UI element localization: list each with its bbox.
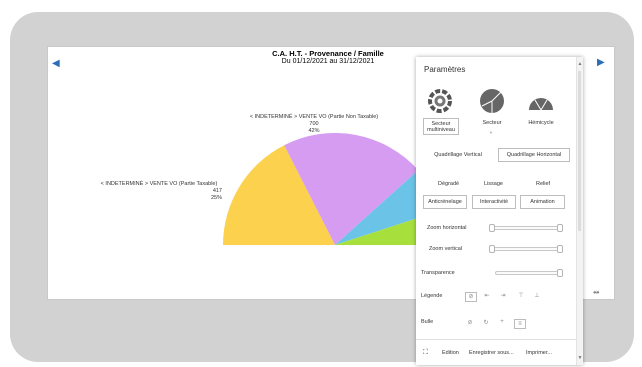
- bubble-label: Bulle: [421, 319, 434, 325]
- scroll-down-icon[interactable]: ▼: [577, 355, 583, 361]
- legend-left-icon[interactable]: ⇤: [482, 292, 492, 299]
- bubble-hover-icon[interactable]: ↻: [481, 319, 491, 326]
- smoothing-label[interactable]: Lissage: [484, 181, 503, 187]
- label-taxable-percent: 25%: [210, 195, 222, 201]
- label-non-taxable-value: 700: [309, 121, 319, 127]
- transparency-knob[interactable]: [557, 269, 563, 277]
- grid-horizontal-button[interactable]: Quadrillage Horizontal: [498, 148, 570, 162]
- legend-label: Légende: [421, 293, 443, 299]
- parameters-title: Paramètres: [424, 65, 466, 74]
- parameters-panel: Paramètres Secteur multiniveau Secteur H…: [416, 57, 583, 365]
- zoom-vertical-slider[interactable]: [489, 245, 563, 253]
- zoom-horizontal-label: Zoom horizontal: [427, 225, 467, 231]
- legend-right-icon[interactable]: ⇥: [498, 292, 508, 299]
- semicircle-icon[interactable]: [527, 95, 555, 111]
- grid-vertical-button[interactable]: Quadrillage Vertical: [423, 148, 493, 162]
- transparency-label: Transparence: [421, 270, 455, 276]
- label-taxable-value: 417: [212, 188, 222, 194]
- legend-none-icon[interactable]: ⊘: [465, 292, 477, 302]
- legend-bottom-icon[interactable]: ⊥: [532, 292, 542, 299]
- label-taxable: < INDETERMINÉ > VENTE VO (Partie Taxable…: [94, 181, 224, 202]
- scroll-up-icon[interactable]: ▲: [577, 61, 583, 67]
- legend-top-icon[interactable]: ⊤: [516, 292, 526, 299]
- gradient-label[interactable]: Dégradé: [438, 181, 459, 187]
- interactivity-button[interactable]: Interactivité: [472, 195, 516, 209]
- label-non-taxable: < INDETERMINÉ > VENTE VO (Partie Non Tax…: [234, 114, 394, 135]
- bubble-cross-icon[interactable]: +: [497, 319, 507, 325]
- donut-icon[interactable]: [428, 89, 452, 113]
- upload-icon[interactable]: ⬵: [593, 287, 599, 297]
- fullscreen-icon[interactable]: ⛶: [423, 349, 428, 357]
- type-semicircle-label[interactable]: Hémicycle: [523, 120, 559, 126]
- zoom-vertical-label: Zoom vertical: [429, 246, 463, 252]
- type-pie-label[interactable]: Secteur: [474, 120, 510, 126]
- zoom-horizontal-slider[interactable]: [489, 224, 563, 232]
- zoom-h-knob-max[interactable]: [557, 224, 563, 232]
- type-multilevel-button[interactable]: Secteur multiniveau: [423, 118, 459, 135]
- print-link[interactable]: Imprimer...: [526, 350, 552, 356]
- pie-icon[interactable]: [479, 88, 505, 114]
- label-taxable-name: < INDETERMINÉ > VENTE VO (Partie Taxable…: [100, 181, 218, 187]
- scroll-thumb[interactable]: [578, 71, 581, 231]
- antialias-button[interactable]: Anticrénelage: [423, 195, 467, 209]
- save-as-link[interactable]: Enregistrer sous...: [469, 350, 514, 356]
- transparency-slider[interactable]: [495, 269, 563, 277]
- relief-label[interactable]: Relief: [536, 181, 550, 187]
- next-arrow-icon[interactable]: ▶: [597, 58, 605, 68]
- app-frame: ◀ C.A. H.T. - Provenance / Famille Du 01…: [0, 0, 642, 367]
- panel-scrollbar[interactable]: ▲ ▼: [576, 57, 583, 365]
- zoom-v-knob-min[interactable]: [489, 245, 495, 253]
- bubble-none-icon[interactable]: ⊘: [465, 319, 475, 326]
- edit-link[interactable]: Edition: [442, 350, 459, 356]
- zoom-h-knob-min[interactable]: [489, 224, 495, 232]
- label-non-taxable-name: < INDETERMINÉ > VENTE VO (Partie Non Tax…: [249, 114, 379, 120]
- footer-divider: [416, 339, 577, 340]
- zoom-v-knob-max[interactable]: [557, 245, 563, 253]
- bubble-box-icon[interactable]: ≡: [514, 319, 526, 329]
- animation-button[interactable]: Animation: [520, 195, 565, 209]
- selected-chevron-icon: ▼: [489, 130, 493, 135]
- label-non-taxable-percent: 42%: [308, 128, 320, 134]
